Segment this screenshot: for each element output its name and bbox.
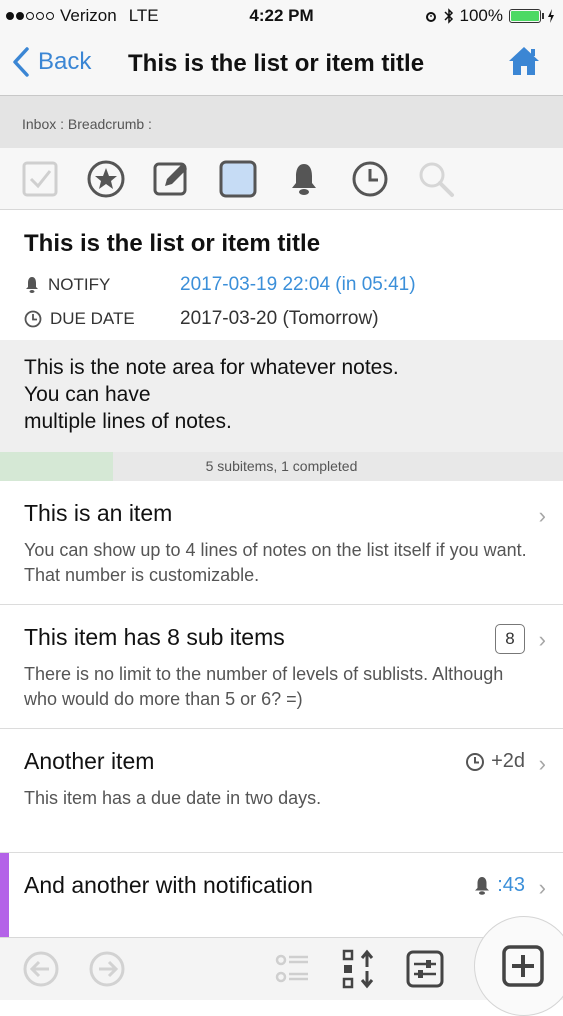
add-item-button[interactable] <box>474 916 563 1016</box>
search-button[interactable] <box>416 159 456 199</box>
list-item[interactable]: This item has 8 sub items 8 › There is n… <box>0 605 563 729</box>
clock-icon <box>24 310 42 328</box>
list-icon <box>275 954 308 983</box>
due-date-label: DUE DATE <box>50 309 135 328</box>
reorder-icon <box>342 949 374 989</box>
breadcrumb[interactable]: Inbox : Breadcrumb : <box>0 96 563 148</box>
bell-icon <box>292 164 316 195</box>
home-icon <box>509 47 539 75</box>
action-toolbar <box>0 148 563 210</box>
notes-line: multiple lines of notes. <box>24 410 232 433</box>
arrow-right-circle-icon <box>89 951 125 987</box>
clock-icon <box>466 752 485 771</box>
arrow-left-circle-icon <box>23 951 59 987</box>
due-offset: +2d <box>491 750 525 772</box>
chevron-right-icon: › <box>538 503 546 528</box>
back-label: Back <box>38 48 92 75</box>
list-item-title: This item has 8 sub items <box>24 624 285 650</box>
list-item-title: This is an item <box>24 500 173 526</box>
alarm-icon <box>425 12 436 22</box>
notes-line: You can have <box>24 383 151 406</box>
home-button[interactable] <box>507 44 541 83</box>
list-item[interactable]: Another item +2d › This item has a due d… <box>0 729 563 853</box>
edit-icon <box>153 162 187 196</box>
next-button[interactable] <box>86 948 128 990</box>
list-item-note: You can show up to 4 lines of notes on t… <box>24 540 527 585</box>
due-date-button[interactable] <box>350 159 390 199</box>
clock-icon <box>352 161 388 197</box>
status-bar: Verizon LTE 4:22 PM 100% <box>0 0 563 33</box>
reorder-button[interactable] <box>338 948 380 990</box>
notify-button[interactable] <box>284 159 324 199</box>
notify-value: 2017-03-19 22:04 (in 05:41) <box>180 274 416 295</box>
color-button[interactable] <box>218 159 258 199</box>
notify-label: NOTIFY <box>48 275 111 294</box>
settings-button[interactable] <box>404 948 446 990</box>
chevron-right-icon: › <box>538 627 546 652</box>
list-item[interactable]: This is an item › You can show up to 4 l… <box>0 481 563 605</box>
navigation-bar: Back This is the list or item title <box>0 33 563 96</box>
search-icon <box>419 162 454 197</box>
notes-area[interactable]: This is the note area for whatever notes… <box>0 340 563 452</box>
notify-countdown: :43 <box>497 874 525 896</box>
notes-line: This is the note area for whatever notes… <box>24 356 399 379</box>
plus-square-icon <box>502 945 544 987</box>
chevron-left-icon <box>13 47 29 77</box>
charging-icon <box>548 9 554 23</box>
sliders-icon <box>406 950 444 988</box>
back-button[interactable]: Back <box>12 47 91 77</box>
previous-button[interactable] <box>20 948 62 990</box>
star-icon <box>87 160 125 198</box>
list-item-note: This item has a due date in two days. <box>24 788 322 808</box>
due-date-value: 2017-03-20 (Tomorrow) <box>180 308 379 329</box>
battery-percent: 100% <box>459 6 503 25</box>
subitem-progress: 5 subitems, 1 completed <box>0 452 563 481</box>
notify-indicator: :43 <box>473 874 525 897</box>
progress-text: 5 subitems, 1 completed <box>205 458 358 474</box>
list-item-title: Another item <box>24 748 155 774</box>
bluetooth-icon <box>443 8 453 24</box>
status-right: 100% <box>424 6 555 26</box>
list-item-note: There is no limit to the number of level… <box>24 664 504 709</box>
item-detail: This is the list or item title NOTIFY 20… <box>0 210 563 340</box>
item-title: This is the list or item title <box>24 230 321 257</box>
subitem-count-badge: 8 <box>495 624 525 654</box>
list-view-button[interactable] <box>272 948 314 990</box>
bell-icon <box>26 277 38 293</box>
checkbox-icon <box>22 161 58 197</box>
list-item-title: And another with notification <box>24 872 313 898</box>
complete-button[interactable] <box>20 159 60 199</box>
chevron-right-icon: › <box>538 875 546 900</box>
notify-row[interactable]: NOTIFY 2017-03-19 22:04 (in 05:41) <box>24 274 416 296</box>
chevron-right-icon: › <box>538 751 546 776</box>
due-date-row[interactable]: DUE DATE 2017-03-20 (Tomorrow) <box>24 308 379 330</box>
battery-icon <box>509 9 544 23</box>
bell-icon <box>475 876 490 895</box>
color-square-icon <box>219 160 257 198</box>
favorite-button[interactable] <box>86 159 126 199</box>
due-indicator: +2d <box>465 750 525 773</box>
nav-title: This is the list or item title <box>128 50 425 77</box>
edit-button[interactable] <box>152 159 192 199</box>
